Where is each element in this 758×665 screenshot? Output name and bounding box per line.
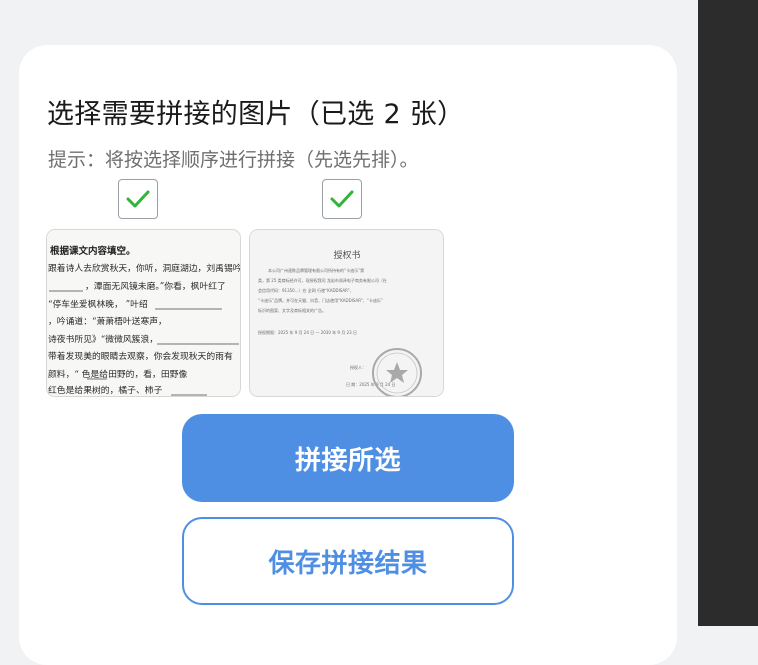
- doc-line: ，吟诵道：“萧萧梧叶送寒声，: [48, 315, 167, 327]
- doc-line: 日 期：2025 年 9 月 24 日: [346, 381, 395, 387]
- doc-line: 颜料，“ 色是给田野的，看，田野像: [48, 368, 187, 380]
- merge-selected-button[interactable]: 拼接所选: [182, 414, 514, 502]
- doc-line: 带着发现美的眼睛去观察，你会发现秋天的雨有: [48, 350, 233, 362]
- doc-line: 类，第 25 类商标经许可，现授权我司 龙岩市润泽电子商务有限公司（社: [258, 277, 387, 283]
- doc-heading: 根据课文内容填空。: [50, 245, 136, 257]
- doc-line: “停车坐爱枫林晚， ”叶绍: [48, 298, 148, 310]
- image-2-checkbox[interactable]: [322, 179, 362, 219]
- image-thumbnail-1[interactable]: 根据课文内容填空。 跟着诗人去欣赏秋天，你听，洞庭湖边，刘禹锡吟 ，潭面无风镜未…: [46, 229, 241, 397]
- doc-line: 红色是给果树的，橘子、柿子: [48, 384, 163, 396]
- doc-line: 跟着诗人去欣赏秋天，你听，洞庭湖边，刘禹锡吟: [48, 262, 241, 274]
- doc-line: 标识的图案、文字及商标相关的广告。: [258, 307, 326, 313]
- doc-line: 授权期限：2025 年 9 月 24 日 — 2030 年 9 月 23 日: [258, 329, 357, 335]
- doc-line: 诗夜书所见》“微微风簇浪，: [48, 333, 158, 345]
- doc-line: “卡迪乐”品牌。并可在天猫、抖音、门店使用“KADDISAR”、“卡迪乐”: [258, 297, 383, 303]
- homework-page-preview: 根据课文内容填空。 跟着诗人去欣赏秋天，你听，洞庭湖边，刘禹锡吟 ，潭面无风镜未…: [47, 230, 241, 396]
- doc-heading: 授权书: [333, 249, 360, 261]
- doc-line: 本公司广州速陈品牌管理有限公司所持有的“卡迪乐”第: [268, 267, 364, 273]
- doc-line: 授权人：: [350, 364, 366, 370]
- save-result-button[interactable]: 保存拼接结果: [182, 517, 514, 605]
- dialog-hint: 提示：将按选择顺序进行拼接（先选先排）。: [48, 149, 419, 171]
- dialog-title: 选择需要拼接的图片（已选 2 张）: [47, 99, 465, 130]
- doc-line: 会信用代码：91350...）在 全网 行使“KADDISAR”、: [258, 287, 354, 293]
- checkmark-icon: [126, 190, 150, 208]
- doc-line: ，潭面无风镜未磨。”你看，枫叶红了: [85, 280, 226, 292]
- image-thumbnail-2[interactable]: 授权书 本公司广州速陈品牌管理有限公司所持有的“卡迪乐”第 类，第 25 类商标…: [249, 229, 444, 397]
- side-panel-strip: [698, 0, 758, 626]
- authorization-letter-preview: 授权书 本公司广州速陈品牌管理有限公司所持有的“卡迪乐”第 类，第 25 类商标…: [250, 230, 443, 396]
- checkmark-icon: [330, 190, 354, 208]
- image-1-checkbox[interactable]: [118, 179, 158, 219]
